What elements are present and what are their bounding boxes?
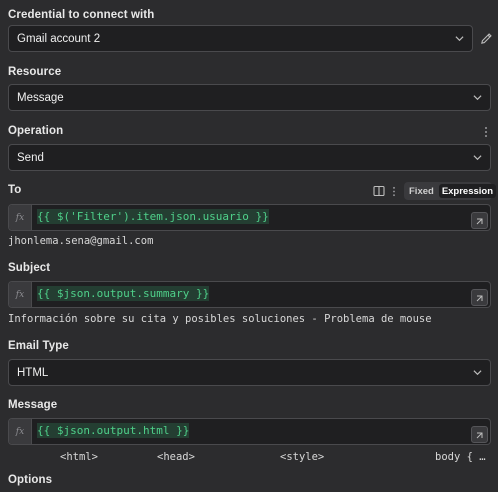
fx-icon: fx xyxy=(9,419,32,444)
message-expression-input[interactable]: fx {{ $json.output.html }} xyxy=(8,418,491,445)
email-type-select[interactable]: HTML xyxy=(8,359,491,386)
fixed-expression-toggle[interactable]: Fixed Expression xyxy=(404,182,497,200)
credential-value: Gmail account 2 xyxy=(17,32,101,45)
subject-result-preview: Información sobre su cita y posibles sol… xyxy=(8,313,432,325)
toggle-fixed[interactable]: Fixed xyxy=(406,184,437,198)
operation-label: Operation xyxy=(8,125,64,137)
to-expression-code: {{ $('Filter').item.json.usuario }} xyxy=(37,209,269,224)
fx-icon: fx xyxy=(9,282,32,307)
panel-icon[interactable] xyxy=(373,185,385,197)
subject-label: Subject xyxy=(8,262,51,274)
message-preview-head: <head> xyxy=(157,451,195,463)
operation-value: Send xyxy=(17,151,44,164)
expand-icon[interactable] xyxy=(471,426,488,443)
credential-label: Credential to connect with xyxy=(8,9,155,21)
toggle-expression[interactable]: Expression xyxy=(438,184,497,198)
chevron-down-icon xyxy=(473,155,482,161)
fx-icon: fx xyxy=(9,205,32,230)
expand-icon[interactable] xyxy=(471,212,488,229)
subject-expression-input[interactable]: fx {{ $json.output.summary }} xyxy=(8,281,491,308)
pencil-icon[interactable] xyxy=(480,32,493,45)
chevron-down-icon xyxy=(473,95,482,101)
to-label: To xyxy=(8,184,22,196)
resource-label: Resource xyxy=(8,66,62,78)
message-expression-code: {{ $json.output.html }} xyxy=(37,423,190,438)
kebab-menu-icon[interactable] xyxy=(482,126,490,138)
chevron-down-icon xyxy=(455,36,464,42)
message-preview-style: <style> xyxy=(280,451,325,463)
kebab-menu-icon[interactable] xyxy=(391,186,397,197)
resource-select[interactable]: Message xyxy=(8,84,491,111)
message-preview-body: body { … xyxy=(435,451,486,463)
to-result-preview: jhonlema.sena@gmail.com xyxy=(8,235,154,247)
resource-value: Message xyxy=(17,91,64,104)
message-label: Message xyxy=(8,399,58,411)
expand-icon[interactable] xyxy=(471,289,488,306)
email-type-label: Email Type xyxy=(8,340,69,352)
subject-expression-code: {{ $json.output.summary }} xyxy=(37,286,210,301)
chevron-down-icon xyxy=(473,370,482,376)
message-preview-html: <html> xyxy=(60,451,98,463)
options-label: Options xyxy=(8,474,53,486)
to-expression-input[interactable]: fx {{ $('Filter').item.json.usuario }} xyxy=(8,204,491,231)
operation-select[interactable]: Send xyxy=(8,144,491,171)
credential-select[interactable]: Gmail account 2 xyxy=(8,25,473,52)
email-type-value: HTML xyxy=(17,366,49,379)
